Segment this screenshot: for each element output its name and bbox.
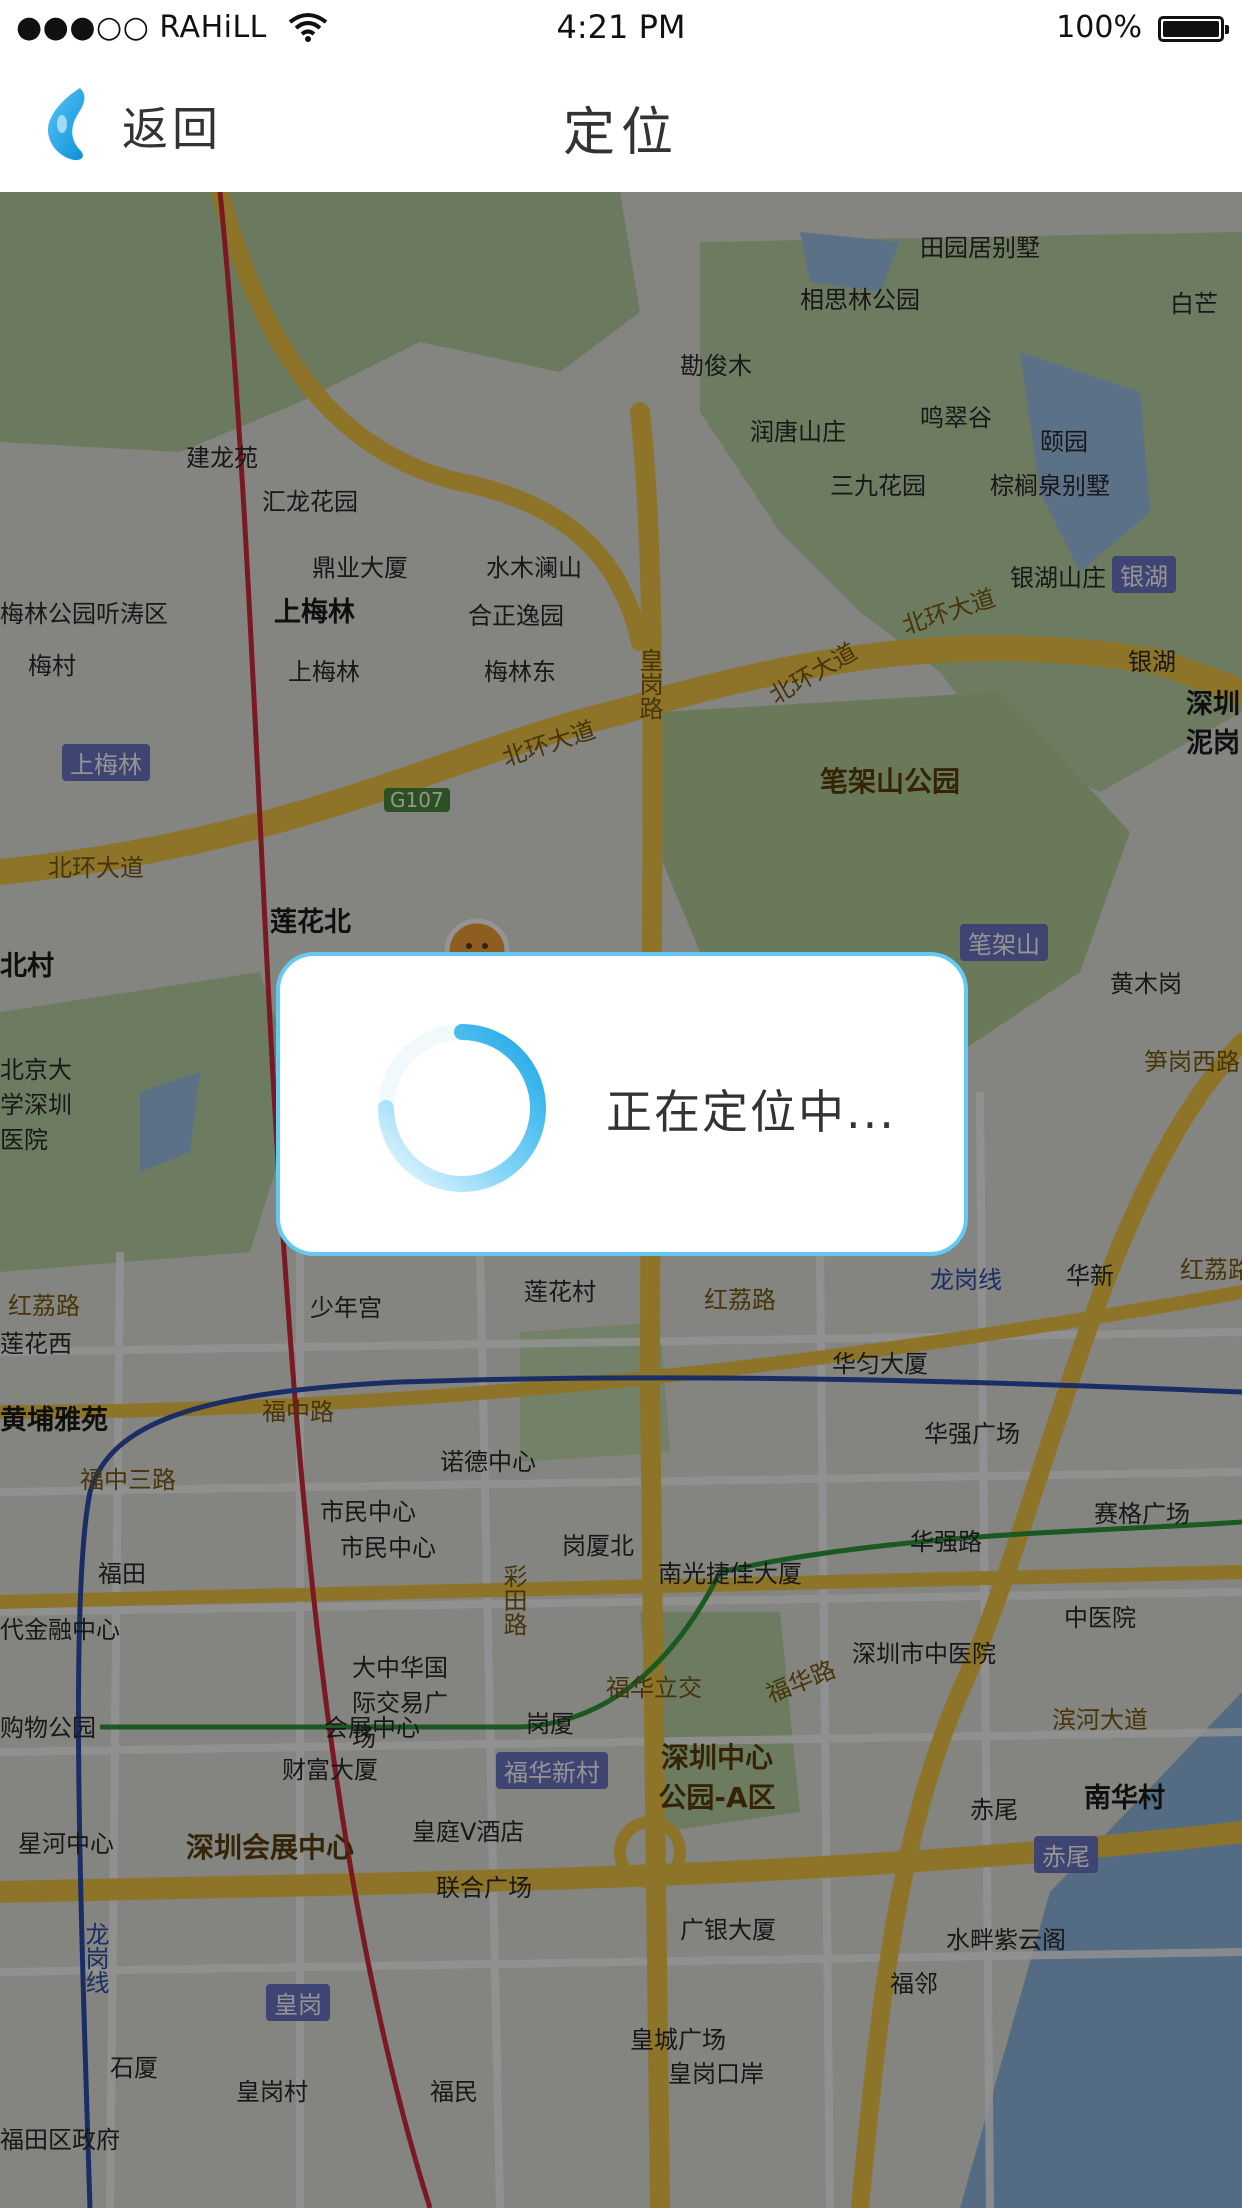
battery-icon — [1158, 16, 1229, 42]
locating-status-text: 正在定位中... — [606, 1085, 896, 1139]
locating-dialog: 正在定位中... — [276, 952, 968, 1256]
status-bar: ●●●○○ RAHiLL 4:21 PM 100% — [0, 0, 1242, 60]
page-title: 定位 — [562, 103, 679, 163]
navigation-bar: 返回 定位 — [0, 60, 1242, 192]
battery-percent: 100% — [1056, 10, 1142, 45]
loading-spinner-icon — [374, 1020, 550, 1200]
